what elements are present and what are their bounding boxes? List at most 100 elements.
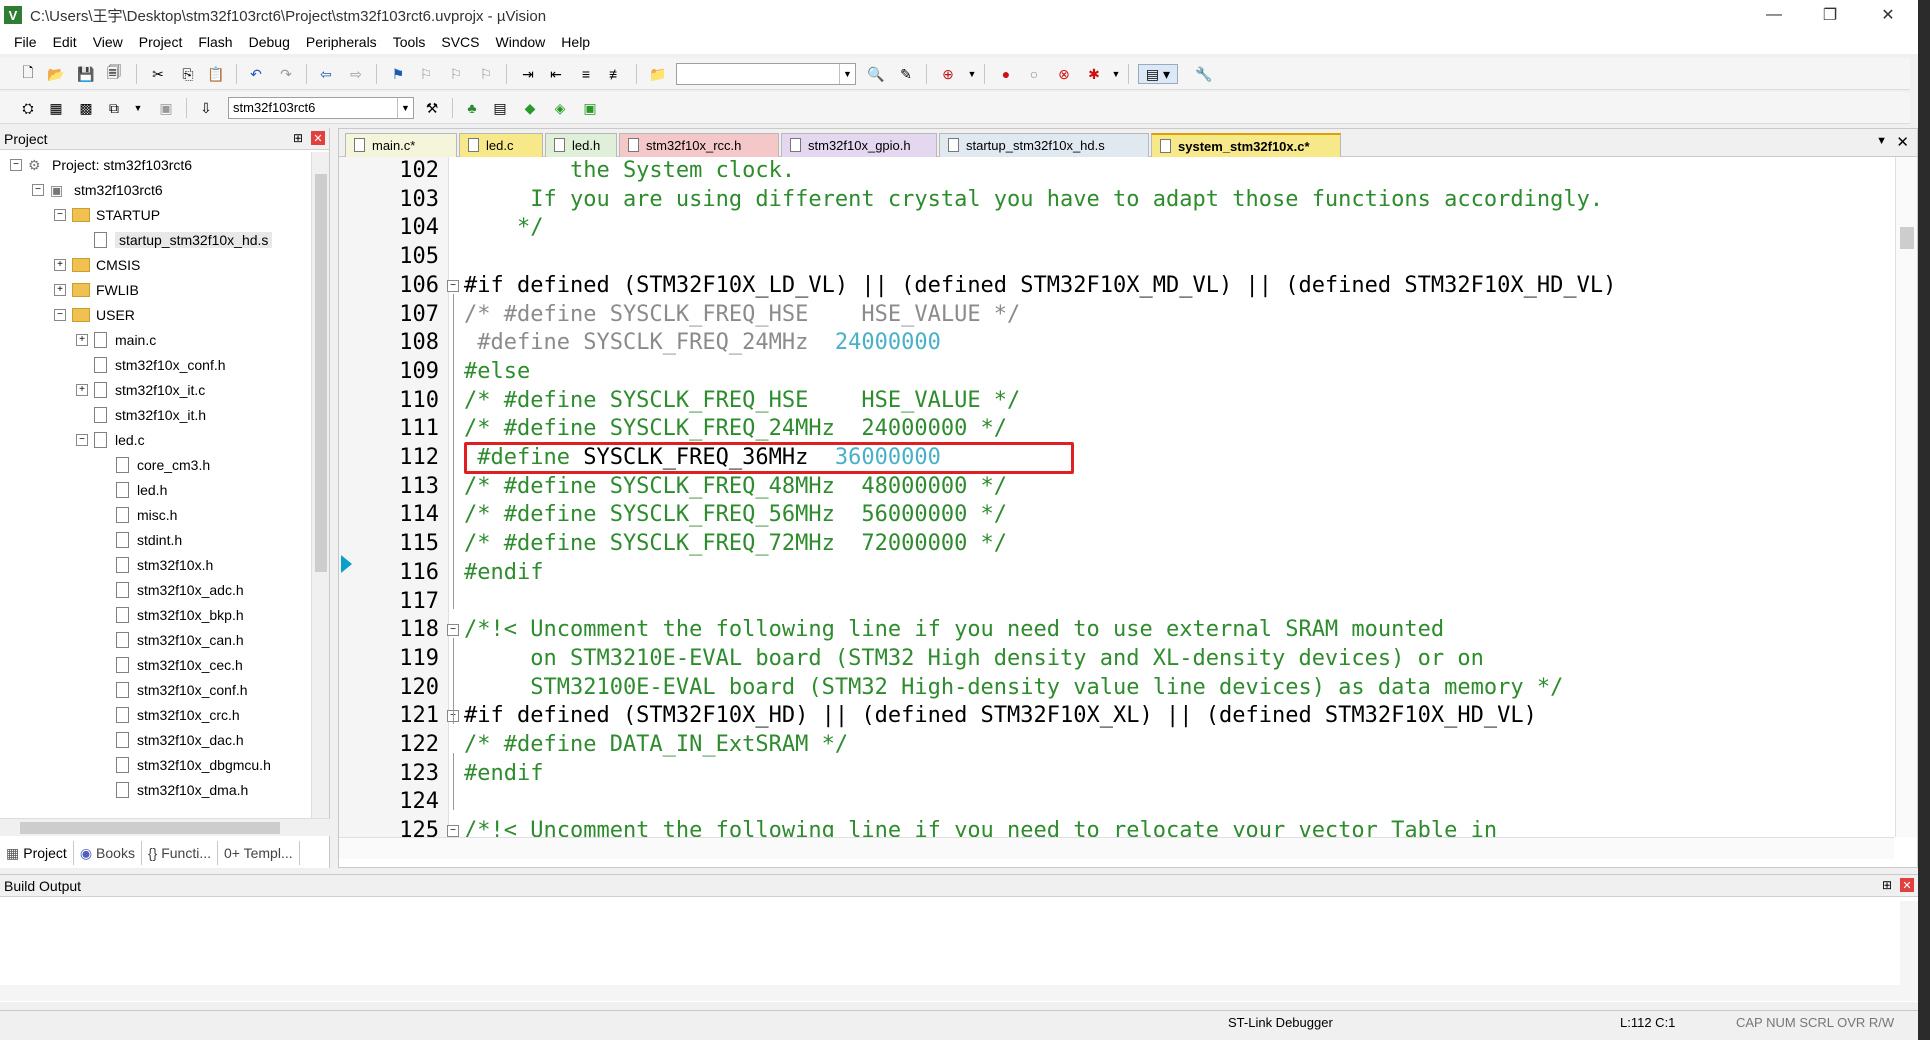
tree-vertical-scrollbar[interactable] — [311, 152, 329, 818]
cut-icon[interactable]: ✂ — [148, 64, 168, 84]
bookmark-icon[interactable]: ⚑ — [388, 64, 408, 84]
tab-functions[interactable]: {} Functi... — [142, 841, 218, 865]
tree-item[interactable]: startup_stm32f10x_hd.s — [76, 227, 273, 252]
tree-item[interactable]: − STARTUP — [54, 202, 160, 227]
uncomment-icon[interactable]: ≢ — [606, 64, 626, 84]
menu-view[interactable]: View — [85, 34, 131, 50]
file-extensions-icon[interactable]: ▤ — [490, 98, 510, 118]
editor-tab[interactable]: led.c — [459, 133, 543, 157]
save-all-icon[interactable]: 🗐 — [104, 64, 124, 84]
tree-item[interactable]: stm32f10x_it.h — [76, 402, 206, 427]
window-layout-icon[interactable]: ▤ ▾ — [1138, 64, 1178, 84]
tab-templates[interactable]: 0+ Templ... — [218, 841, 300, 865]
navigate-forward-icon[interactable]: ⇨ — [346, 64, 366, 84]
menu-help[interactable]: Help — [553, 34, 598, 50]
tree-item[interactable]: − ▣ stm32f103rct6 — [32, 177, 163, 202]
collapse-icon[interactable]: − — [54, 308, 66, 321]
collapse-icon[interactable]: − — [32, 183, 44, 196]
editor-tab[interactable]: stm32f10x_rcc.h — [619, 133, 779, 157]
navigate-back-icon[interactable]: ⇦ — [316, 64, 336, 84]
editor-horizontal-scrollbar[interactable] — [339, 837, 1894, 859]
manage-project-items-icon[interactable]: ♣ — [462, 98, 482, 118]
redo-icon[interactable]: ↷ — [276, 64, 296, 84]
undo-icon[interactable]: ↶ — [246, 64, 266, 84]
collapse-icon[interactable]: − — [54, 208, 66, 221]
menu-project[interactable]: Project — [131, 34, 191, 50]
breakpoint-icon[interactable]: ● — [996, 64, 1016, 84]
tree-item[interactable]: stm32f10x_can.h — [98, 627, 244, 652]
kill-breakpoints-icon[interactable]: ⊗ — [1054, 64, 1074, 84]
tree-item[interactable]: + stm32f10x_it.c — [76, 377, 205, 402]
select-packs-icon[interactable]: ◆ — [520, 98, 540, 118]
unindent-icon[interactable]: ⇤ — [546, 64, 566, 84]
fold-toggle-icon[interactable]: − — [447, 624, 459, 637]
tab-project[interactable]: ▦ Project — [0, 841, 74, 865]
menu-peripherals[interactable]: Peripherals — [298, 34, 385, 50]
prev-bookmark-icon[interactable]: ⚐ — [416, 64, 436, 84]
indent-icon[interactable]: ⇥ — [518, 64, 538, 84]
menu-svcs[interactable]: SVCS — [433, 34, 487, 50]
chevron-down-icon[interactable]: ▼ — [397, 98, 413, 118]
find-in-files-icon[interactable]: 📁 — [648, 64, 668, 84]
tree-item[interactable]: stm32f10x_crc.h — [98, 702, 240, 727]
collapse-icon[interactable]: − — [10, 158, 22, 171]
chevron-down-icon[interactable]: ▼ — [128, 98, 148, 118]
menu-edit[interactable]: Edit — [45, 34, 85, 50]
tree-item[interactable]: − led.c — [76, 427, 145, 452]
tree-item[interactable]: core_cm3.h — [98, 452, 210, 477]
save-icon[interactable]: 💾 — [76, 64, 96, 84]
menu-flash[interactable]: Flash — [190, 34, 240, 50]
build-output-horizontal-scrollbar[interactable] — [0, 985, 1900, 1001]
incremental-find-icon[interactable]: ✎ — [896, 64, 916, 84]
scrollbar-thumb[interactable] — [315, 174, 327, 572]
target-select[interactable]: stm32f103rct6 ▼ — [228, 97, 414, 119]
scrollbar-thumb[interactable] — [20, 822, 280, 834]
build-output-vertical-scrollbar[interactable] — [1900, 901, 1918, 1001]
tab-books[interactable]: ◉ Books — [74, 841, 142, 865]
close-tab-icon[interactable]: ✕ — [1896, 133, 1909, 151]
pin-icon[interactable]: ⊞ — [293, 131, 303, 145]
tree-item[interactable]: stm32f10x_cec.h — [98, 652, 243, 677]
tree-item[interactable]: misc.h — [98, 502, 177, 527]
expand-icon[interactable]: + — [76, 383, 88, 396]
tree-item[interactable]: stm32f10x_dac.h — [98, 727, 244, 752]
editor-tab[interactable]: main.c* — [345, 133, 457, 157]
tree-item[interactable]: − ⚙ Project: stm32f103rct6 — [10, 152, 192, 177]
disable-breakpoint-icon[interactable]: ○ — [1024, 64, 1044, 84]
editor-tab[interactable]: stm32f10x_gpio.h — [781, 133, 937, 157]
tree-item[interactable]: stm32f10x_dbgmcu.h — [98, 752, 271, 777]
editor-vertical-scrollbar[interactable] — [1895, 157, 1917, 837]
expand-icon[interactable]: + — [54, 258, 66, 271]
tree-item[interactable]: stm32f10x_bkp.h — [98, 602, 244, 627]
tree-item[interactable]: stm32f10x.h — [98, 552, 213, 577]
close-panel-icon[interactable]: ✕ — [1900, 878, 1914, 892]
open-file-icon[interactable]: 📂 — [46, 64, 66, 84]
find-icon[interactable]: 🔍 — [866, 64, 886, 84]
debug-session-icon[interactable]: ⊕ — [938, 64, 958, 84]
close-panel-icon[interactable]: ✕ — [311, 131, 325, 145]
fold-toggle-icon[interactable]: − — [447, 279, 459, 292]
pack-installer-icon[interactable]: ◈ — [550, 98, 570, 118]
batch-build-icon[interactable]: ⧉ — [104, 98, 124, 118]
build-icon[interactable]: ▦ — [46, 98, 66, 118]
target-options-icon[interactable]: ⚒ — [422, 98, 442, 118]
tree-item[interactable]: stdint.h — [98, 527, 182, 552]
code-editor[interactable]: 102 the System clock. 103 If you are usin… — [339, 157, 1894, 837]
tree-item[interactable]: stm32f10x_dma.h — [98, 777, 248, 802]
tree-item[interactable]: + main.c — [76, 327, 156, 352]
tree-item[interactable]: stm32f10x_conf.h — [98, 677, 248, 702]
editor-tab[interactable]: system_stm32f10x.c* — [1151, 133, 1341, 157]
scrollbar-thumb[interactable] — [1900, 227, 1914, 249]
close-window-button[interactable]: ✕ — [1860, 0, 1916, 30]
editor-tab[interactable]: startup_stm32f10x_hd.s — [939, 133, 1149, 157]
tree-item[interactable]: stm32f10x_adc.h — [98, 577, 244, 602]
editor-tab[interactable]: led.h — [545, 133, 617, 157]
tab-list-dropdown-icon[interactable]: ▼ — [1876, 135, 1887, 147]
menu-file[interactable]: File — [6, 34, 45, 50]
download-icon[interactable]: ⇩ — [196, 98, 216, 118]
chevron-down-icon[interactable]: ▼ — [839, 64, 855, 84]
tree-item[interactable]: stm32f10x_conf.h — [76, 352, 226, 377]
pin-icon[interactable]: ⊞ — [1882, 878, 1892, 892]
menu-debug[interactable]: Debug — [241, 34, 298, 50]
tree-item[interactable]: − USER — [54, 302, 135, 327]
